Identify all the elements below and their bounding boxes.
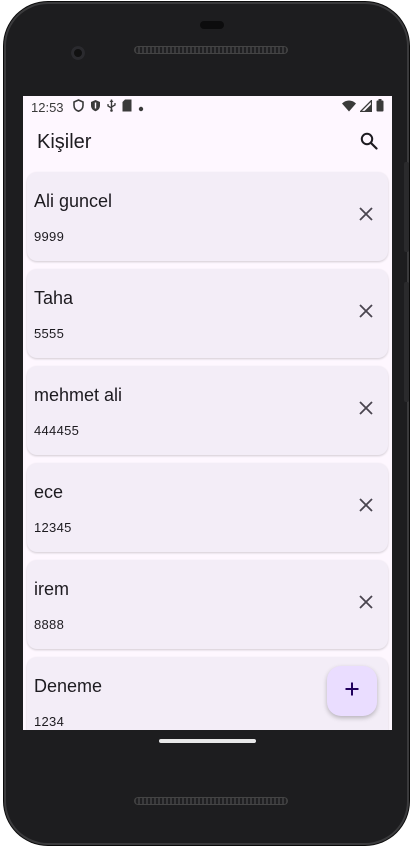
close-icon [359,594,373,614]
front-camera [71,46,85,60]
shield-icon [90,99,101,115]
contact-name: Taha [34,288,74,308]
close-icon [359,303,373,323]
shield-outline-icon [73,99,84,115]
status-bar: 12:53 [23,96,392,118]
dot-icon [138,100,144,115]
delete-button[interactable] [352,590,380,618]
contact-phone: 12345 [34,520,72,535]
volume-button [404,282,409,402]
page-title: Kişiler [37,131,92,153]
plus-icon [345,682,359,701]
app-screen: 12:53 Kişiler Ali guncel 9999 Taha 5555 … [23,96,392,730]
earpiece-sensor [200,21,224,29]
contact-card[interactable]: ece 12345 [27,463,388,552]
contact-name: ece [34,482,64,502]
delete-button[interactable] [352,299,380,327]
contact-phone: 5555 [34,326,65,341]
contact-name: irem [34,579,69,599]
contact-card[interactable]: Taha 5555 [27,269,388,358]
gesture-nav-handle[interactable] [159,739,256,743]
delete-button[interactable] [352,396,380,424]
contact-name: mehmet ali [34,385,123,405]
status-time: 12:53 [31,100,64,115]
sd-card-icon [122,99,132,115]
wifi-icon [342,100,356,115]
usb-icon [107,99,116,115]
search-button[interactable] [354,128,384,158]
status-icons-left [73,99,144,115]
contact-name: Ali guncel [34,191,113,211]
contact-phone: 8888 [34,617,65,632]
bottom-speaker [134,797,288,805]
top-app-bar: Kişiler [23,118,392,170]
battery-icon [376,99,384,115]
power-button [404,162,409,252]
contact-name: Deneme [34,676,103,696]
contact-card[interactable]: mehmet ali 444455 [27,366,388,455]
delete-button[interactable] [352,493,380,521]
contact-card[interactable]: Ali guncel 9999 [27,172,388,261]
signal-icon [358,98,373,115]
search-icon [360,132,378,155]
status-icons-right [342,98,384,115]
close-icon [359,497,373,517]
delete-button[interactable] [352,202,380,230]
add-contact-button[interactable] [327,666,377,716]
close-icon [359,206,373,226]
contact-phone: 9999 [34,229,65,244]
contact-phone: 1234 [34,714,65,729]
contact-phone: 444455 [34,423,80,438]
top-speaker [134,46,288,54]
close-icon [359,400,373,420]
contact-card[interactable]: irem 8888 [27,560,388,649]
